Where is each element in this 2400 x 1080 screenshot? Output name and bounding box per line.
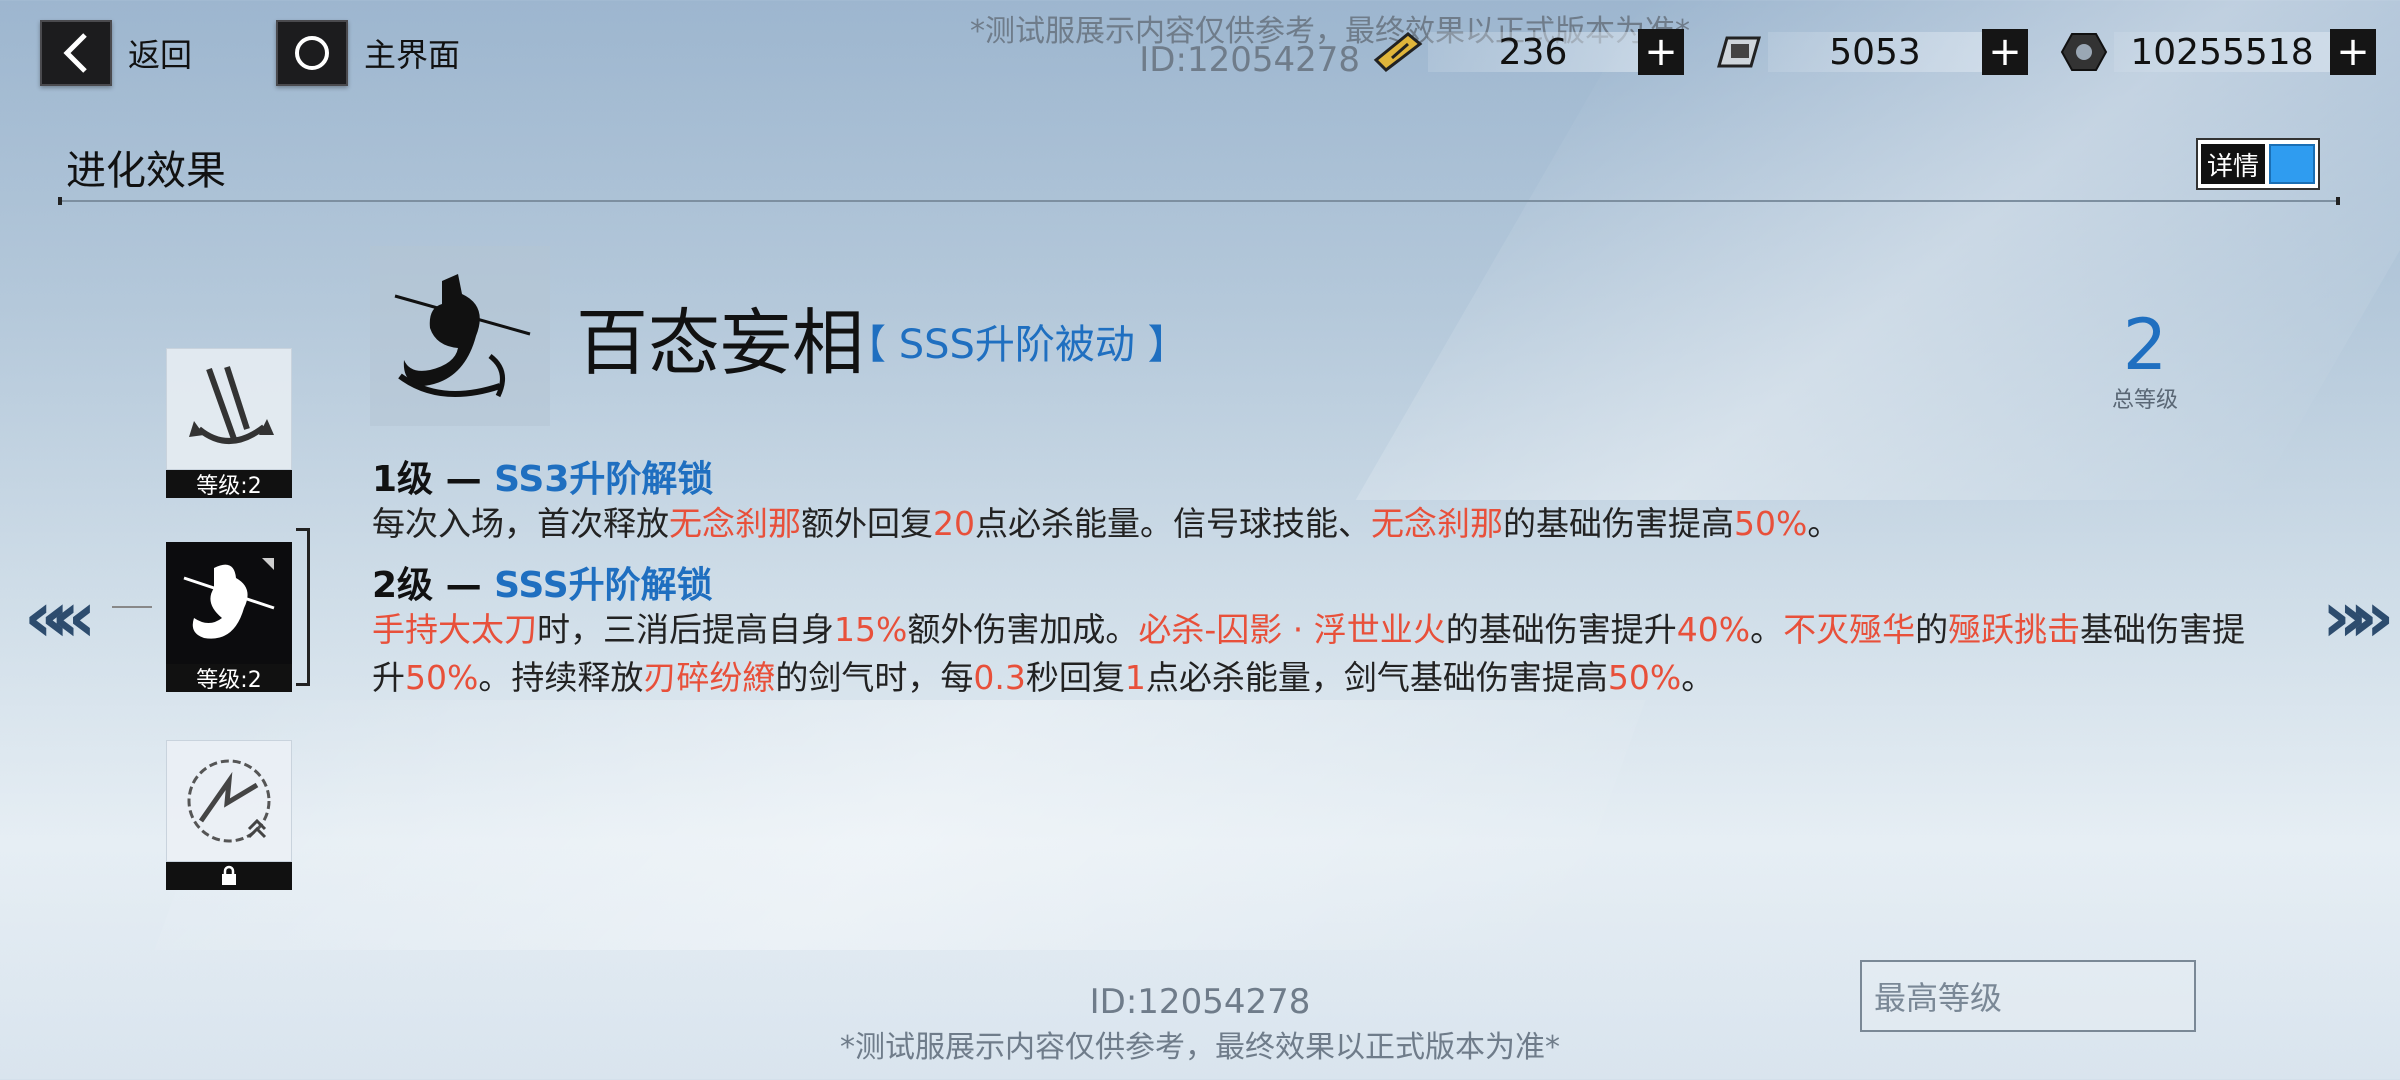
desc-text: 时，三消后提高自身 <box>537 610 834 649</box>
highlight-term: 无念刹那 <box>1371 504 1503 543</box>
desc-text: 。 <box>1681 658 1715 697</box>
add-ticket-button[interactable]: + <box>1638 29 1684 75</box>
skill-list-item-locked[interactable] <box>166 740 292 890</box>
currency-coin: 10255518 + <box>2054 28 2376 76</box>
highlight-term: 无念刹那 <box>669 504 801 543</box>
title-divider <box>58 197 2340 205</box>
currency-ticket-value: 236 <box>1428 32 1638 73</box>
desc-text: 额外回复 <box>801 504 933 543</box>
skill-level-label: 等级:2 <box>166 664 292 693</box>
desc-text: 。 <box>1750 610 1784 649</box>
desc-text: 的剑气时，每 <box>775 658 974 697</box>
next-arrow-icon[interactable]: »» <box>2322 576 2395 658</box>
currency-chip: 5053 + <box>1708 28 2028 76</box>
add-chip-button[interactable]: + <box>1982 29 2028 75</box>
desc-text: 。持续释放 <box>478 658 644 697</box>
prev-arrow-icon[interactable]: «« <box>24 576 97 658</box>
skill-name: 百态妄相 <box>576 301 865 385</box>
highlight-term: 50% <box>405 658 479 697</box>
skill-main-icon <box>370 246 550 426</box>
highlight-term: 0.3 <box>973 658 1026 697</box>
hex-nut-icon <box>2054 28 2114 76</box>
home-button[interactable]: 主界面 <box>276 20 460 86</box>
total-level: 2 总等级 <box>2090 310 2200 414</box>
highlight-term: 殛跃挑击 <box>1948 610 2081 649</box>
level-2-prefix: 2级 — <box>372 565 495 606</box>
level-1-unlock: SS3升阶解锁 <box>494 459 714 500</box>
skill-list-item-selected[interactable]: 等级:2 <box>166 542 292 693</box>
detail-toggle-switch <box>2269 144 2315 184</box>
anchor-weapon-icon <box>166 348 292 470</box>
desc-text: 点必杀能量，剑气基础伤害提高 <box>1145 658 1608 697</box>
desc-text: 的基础伤害提高 <box>1503 504 1734 543</box>
ticket-icon <box>1368 28 1428 76</box>
level-2-description: 手持大太刀时，三消后提高自身15%额外伤害加成。必杀-囚影 · 浮世业火的基础伤… <box>372 606 2272 702</box>
lock-icon <box>166 862 292 890</box>
level-2-unlock: SSS升阶解锁 <box>494 565 713 606</box>
highlight-term: 不灭殛华 <box>1783 610 1916 649</box>
highlight-term: 15% <box>834 610 908 649</box>
highlight-term: 刃碎纷繚 <box>643 658 776 697</box>
max-level-button[interactable]: 最高等级 <box>1860 960 2196 1032</box>
highlight-term: 40% <box>1676 610 1751 649</box>
level-1-heading: 1级 — SS3升阶解锁 <box>372 450 713 502</box>
back-button[interactable]: 返回 <box>40 20 192 86</box>
total-level-caption: 总等级 <box>2111 388 2178 413</box>
desc-text: 点必杀能量。信号球技能、 <box>975 504 1371 543</box>
home-label: 主界面 <box>364 36 461 74</box>
currency-chip-value: 5053 <box>1768 32 1982 73</box>
skill-list-item[interactable]: 等级:2 <box>166 348 292 499</box>
highlight-term: 手持大太刀 <box>372 610 537 649</box>
circle-sigil-icon <box>166 740 292 862</box>
page-title: 进化效果 <box>66 148 226 194</box>
desc-text: 的 <box>1915 610 1949 649</box>
level-1-prefix: 1级 — <box>372 459 495 500</box>
total-level-value: 2 <box>2122 304 2168 386</box>
highlight-term: 必杀-囚影 · 浮世业火 <box>1138 610 1446 649</box>
list-connector <box>112 606 152 608</box>
highlight-term: 50% <box>1734 504 1808 543</box>
desc-text: 。 <box>1807 504 1841 543</box>
home-circle-icon <box>276 20 348 86</box>
desc-text: 额外伤害加成。 <box>907 610 1139 649</box>
skill-tag: 【 SSS升阶被动 】 <box>846 322 1188 368</box>
level-2-heading: 2级 — SSS升阶解锁 <box>372 556 713 608</box>
detail-toggle[interactable]: 详情 <box>2196 138 2320 190</box>
level-1-description: 每次入场，首次释放无念刹那额外回复20点必杀能量。信号球技能、无念刹那的基础伤害… <box>372 500 2272 548</box>
back-arrow-icon <box>40 20 112 86</box>
bg-streak <box>154 700 1646 950</box>
skill-level-label: 等级:2 <box>166 470 292 499</box>
watermark-id-top: ID:12054278 <box>1139 40 1360 80</box>
chip-icon <box>1708 28 1768 76</box>
currency-coin-value: 10255518 <box>2114 32 2330 73</box>
highlight-term: 50% <box>1607 658 1682 697</box>
highlight-term: 20 <box>933 504 975 543</box>
highlight-term: 1 <box>1124 658 1146 697</box>
back-label: 返回 <box>128 36 193 74</box>
swordswoman-icon <box>166 542 292 664</box>
desc-text: 每次入场，首次释放 <box>372 504 669 543</box>
selection-bracket <box>296 528 310 686</box>
desc-text: 秒回复 <box>1025 658 1125 697</box>
desc-text: 的基础伤害提升 <box>1445 610 1677 649</box>
add-coin-button[interactable]: + <box>2330 29 2376 75</box>
currency-ticket: 236 + <box>1368 28 1684 76</box>
detail-toggle-label: 详情 <box>2201 144 2266 184</box>
